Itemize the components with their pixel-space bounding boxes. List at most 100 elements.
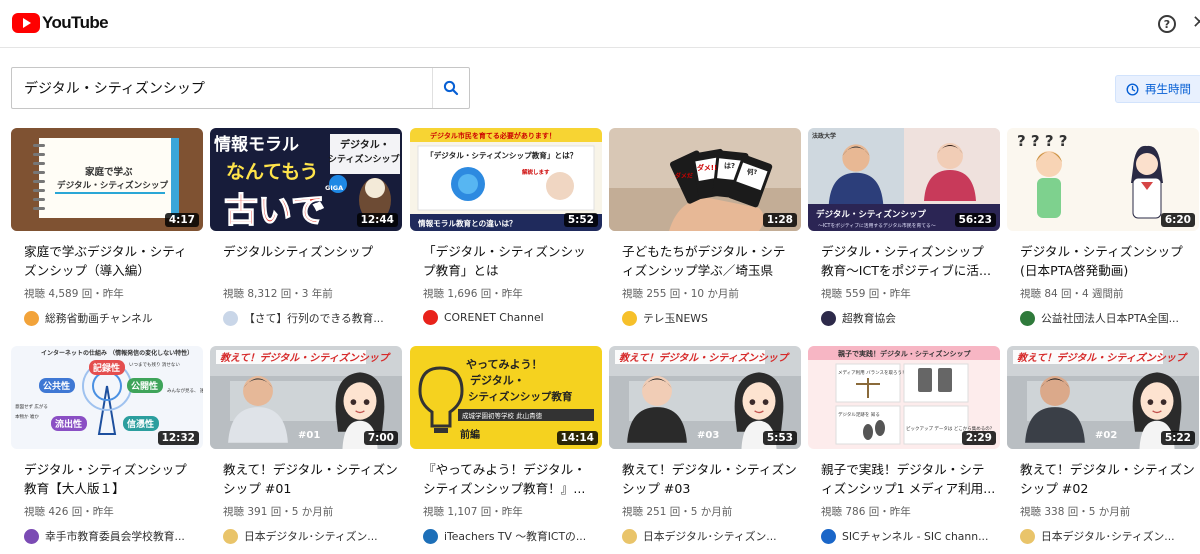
thumb-text: 本物か 嘘か — [15, 413, 39, 420]
thumb-text: デジタル足跡を 知る — [838, 411, 880, 418]
video-meta: 視聴 8,312 回・3 年前 — [223, 288, 333, 300]
thumb-text: いつまでも残り 消せない — [129, 361, 180, 368]
channel-avatar-icon — [1020, 528, 1035, 544]
video-card[interactable]: ? ? ? ? 6:20 デジタル・シティズンシップ(日本PTA啓発動画) 視聴… — [1007, 128, 1199, 326]
video-meta: 視聴 84 回・4 週間前 — [1020, 288, 1124, 300]
channel-name: 日本デジタル･シティズン... — [1041, 530, 1175, 543]
video-card[interactable]: 教えて！デジタル・シティズンシップ #03 5:53 教えて！デジタル・シティズ… — [609, 346, 801, 544]
thumb-text: 古いで — [224, 191, 325, 231]
video-thumbnail[interactable]: 家庭で学ぶ デジタル・シティズンシップ 4:17 — [11, 128, 203, 231]
channel-link[interactable]: 日本デジタル･シティズン... — [223, 528, 399, 544]
search-button[interactable] — [432, 68, 469, 108]
video-title[interactable]: 教えて！デジタル・シティズンシップ #02 — [1020, 460, 1195, 498]
thumb-text: シティズンシップ教育 — [468, 390, 573, 403]
channel-link[interactable]: 日本デジタル･シティズン... — [622, 528, 798, 544]
channel-link[interactable]: 総務省動画チャンネル — [24, 310, 200, 326]
close-icon[interactable]: ✕ — [1192, 12, 1200, 33]
channel-link[interactable]: SICチャンネル - SIC chann... — [821, 528, 997, 544]
video-title[interactable]: 教えて！デジタル・シティズンシップ #01 — [223, 460, 398, 498]
video-card[interactable]: インターネットの仕組み （情報発信の変化しない特性） 記録性 公共性 公開性 流… — [11, 346, 203, 544]
duration-badge: 5:22 — [1160, 431, 1195, 445]
video-thumbnail[interactable]: 情報モラル なんてもう 古いで デジタル・ シティズンシップ GIGA 12:4… — [210, 128, 402, 231]
video-title[interactable]: 教えて！デジタル・シティズンシップ #03 — [622, 460, 797, 498]
duration-filter-button[interactable]: 再生時間 — [1115, 75, 1200, 103]
video-thumbnail[interactable]: 教えて！デジタル・シティズンシップ #03 5:53 — [609, 346, 801, 449]
video-thumbnail[interactable]: 法政大学 デジタル・シティズンシップ ～ICTをポジティブに活用するデジタル市民… — [808, 128, 1000, 231]
video-card[interactable]: 親子で実践！デジタル・シティズンシップ メディア利用 バランスを取ろう！ ピック… — [808, 346, 1000, 544]
video-title[interactable]: デジタルシティズンシップ — [223, 242, 398, 261]
video-thumbnail[interactable]: 親子で実践！デジタル・シティズンシップ メディア利用 バランスを取ろう！ ピック… — [808, 346, 1000, 449]
video-thumbnail[interactable]: ダメ!! は? 何? ダメだ 1:28 — [609, 128, 801, 231]
video-card[interactable]: 教えて！デジタル・シティズンシップ #02 5:22 教えて！デジタル・シティズ… — [1007, 346, 1199, 544]
channel-link[interactable]: iTeachers TV ～教育ICTの... — [423, 528, 599, 544]
help-icon[interactable]: ? — [1158, 15, 1176, 33]
search-input[interactable] — [12, 68, 432, 108]
thumb-text: 記録性 — [93, 362, 120, 374]
channel-link[interactable]: 【さて】行列のできる教育... — [223, 310, 399, 326]
video-title[interactable]: デジタル・シティズンシップ教育～ICTをポジティブに活... — [821, 242, 996, 280]
video-title[interactable]: 「デジタル・シティズンシップ教育」とは — [423, 242, 598, 280]
thumb-text: ダメだ — [675, 172, 693, 180]
duration-badge: 14:14 — [556, 431, 598, 445]
video-title[interactable]: 親子で実践！デジタル・シティズンシップ1 メディア利用... — [821, 460, 996, 498]
channel-avatar-icon — [622, 528, 637, 544]
youtube-play-icon — [12, 13, 40, 33]
thumb-text: #01 — [298, 430, 320, 441]
channel-name: iTeachers TV ～教育ICTの... — [444, 530, 587, 543]
channel-name: SICチャンネル - SIC chann... — [842, 530, 989, 543]
thumb-text: 成城学園初等学校 此山貴徳 — [462, 411, 543, 420]
channel-link[interactable]: 公益社団法人日本PTA全国... — [1020, 310, 1196, 326]
video-card[interactable]: ダメ!! は? 何? ダメだ 1:28 子どもたちがデジタル・シティズンシップ学… — [609, 128, 801, 326]
channel-link[interactable]: テレ玉NEWS — [622, 310, 798, 326]
video-meta: 視聴 1,696 回・昨年 — [423, 288, 523, 300]
thumb-text: インターネットの仕組み （情報発信の変化しない特性） — [41, 349, 193, 357]
channel-name: 超教育協会 — [842, 312, 896, 325]
channel-avatar-icon — [223, 310, 238, 326]
video-meta: 視聴 1,107 回・昨年 — [423, 506, 523, 518]
channel-link[interactable]: 幸手市教育委員会学校教育... — [24, 528, 200, 544]
thumb-text: みんなが見る、 誰に見られても — [167, 387, 203, 394]
thumb-text: ? ? ? ? — [1017, 132, 1067, 150]
thumb-text: #03 — [697, 430, 719, 441]
video-title[interactable]: 子どもたちがデジタル・シティズンシップ学ぶ／埼玉県 — [622, 242, 797, 280]
video-card[interactable]: デジタル市民を育てる必要があります！ 「デジタル・シティズンシップ教育」とは？ … — [410, 128, 602, 325]
channel-avatar-icon — [821, 310, 836, 326]
video-title[interactable]: 『やってみよう！デジタル・シティズンシップ教育！』... — [423, 460, 598, 498]
thumb-text: 法政大学 — [812, 132, 836, 140]
video-thumbnail[interactable]: 教えて！デジタル・シティズンシップ #01 7:00 — [210, 346, 402, 449]
clock-icon — [1126, 83, 1139, 95]
video-title[interactable]: デジタル・シティズンシップ(日本PTA啓発動画) — [1020, 242, 1195, 280]
duration-badge: 12:44 — [356, 213, 398, 227]
video-card[interactable]: 家庭で学ぶ デジタル・シティズンシップ 4:17 家庭で学ぶデジタル・シティズン… — [11, 128, 203, 326]
youtube-logo[interactable]: YouTube — [12, 13, 109, 33]
duration-badge: 4:17 — [164, 213, 199, 227]
thumb-text: なんてもう — [226, 161, 319, 183]
video-card[interactable]: 教えて！デジタル・シティズンシップ #01 7:00 教えて！デジタル・シティズ… — [210, 346, 402, 544]
video-title[interactable]: 家庭で学ぶデジタル・シティズンシップ（導入編） — [24, 242, 199, 280]
video-title[interactable]: デジタル・シティズンシップ教育【大人版１】 — [24, 460, 199, 498]
video-thumbnail[interactable]: やってみよう！ デジタル・ シティズンシップ教育 成城学園初等学校 此山貴徳 前… — [410, 346, 602, 449]
thumb-text: 公開性 — [131, 380, 158, 392]
video-thumbnail[interactable]: ? ? ? ? 6:20 — [1007, 128, 1199, 231]
thumb-text: は? — [724, 162, 735, 170]
channel-link[interactable]: 日本デジタル･シティズン... — [1020, 528, 1196, 544]
thumb-text: 何? — [747, 167, 758, 176]
video-thumbnail[interactable]: 教えて！デジタル・シティズンシップ #02 5:22 — [1007, 346, 1199, 449]
channel-avatar-icon — [24, 310, 39, 326]
video-card[interactable]: 法政大学 デジタル・シティズンシップ ～ICTをポジティブに活用するデジタル市民… — [808, 128, 1000, 326]
video-card[interactable]: 情報モラル なんてもう 古いで デジタル・ シティズンシップ GIGA 12:4… — [210, 128, 402, 326]
top-bar: YouTube ? ✕ — [0, 0, 1200, 48]
duration-badge: 1:28 — [762, 213, 797, 227]
video-meta: 視聴 4,589 回・昨年 — [24, 288, 124, 300]
thumb-text: ～ICTをポジティブに活用するデジタル市民を育てる～ — [818, 222, 936, 229]
video-thumbnail[interactable]: デジタル市民を育てる必要があります！ 「デジタル・シティズンシップ教育」とは？ … — [410, 128, 602, 231]
channel-link[interactable]: CORENET Channel — [423, 310, 599, 325]
video-meta: 視聴 426 回・昨年 — [24, 506, 114, 518]
video-card[interactable]: やってみよう！ デジタル・ シティズンシップ教育 成城学園初等学校 此山貴徳 前… — [410, 346, 602, 544]
channel-link[interactable]: 超教育協会 — [821, 310, 997, 326]
thumb-text: 「デジタル・シティズンシップ教育」とは？ — [426, 150, 577, 160]
video-meta: 視聴 255 回・10 か月前 — [622, 288, 739, 300]
video-thumbnail[interactable]: インターネットの仕組み （情報発信の変化しない特性） 記録性 公共性 公開性 流… — [11, 346, 203, 449]
channel-name: 日本デジタル･シティズン... — [643, 530, 777, 543]
channel-avatar-icon — [24, 528, 39, 544]
